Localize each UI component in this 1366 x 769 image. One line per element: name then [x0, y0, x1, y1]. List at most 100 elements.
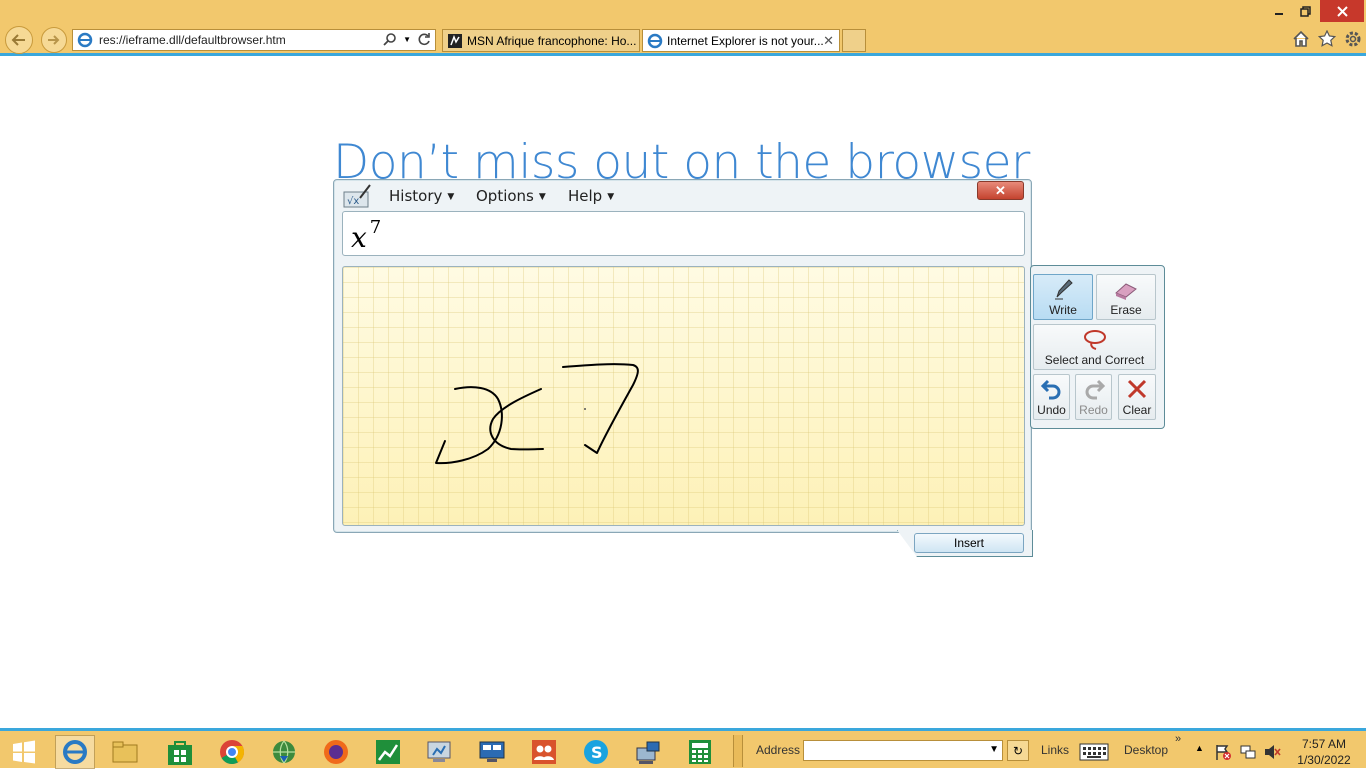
- gear-icon[interactable]: [1344, 30, 1362, 48]
- caret-down-icon: ▼: [447, 192, 455, 202]
- network-icon[interactable]: [1239, 743, 1257, 761]
- taskbar-file-explorer[interactable]: [105, 735, 145, 769]
- menu-label: History: [389, 187, 443, 205]
- menu-options[interactable]: Options ▼: [476, 187, 546, 205]
- pen-icon: [1055, 279, 1073, 300]
- taskbar: S Address ▼ ↻ Links Desktop » ▲ 7:57 AM …: [0, 728, 1366, 769]
- panel-close-button[interactable]: ✕: [977, 181, 1024, 200]
- taskbar-people[interactable]: [524, 735, 564, 769]
- select-and-correct-button[interactable]: Select and Correct: [1033, 324, 1156, 370]
- clock-date: 1/30/2022: [1297, 753, 1351, 767]
- math-input-app-icon: √x: [343, 184, 371, 208]
- windows-logo-icon: [13, 740, 35, 764]
- home-icon[interactable]: [1292, 30, 1310, 48]
- minimize-button[interactable]: [1266, 0, 1292, 22]
- people-icon: [532, 740, 556, 764]
- menu-history[interactable]: History ▼: [389, 187, 454, 205]
- redo-button[interactable]: Redo: [1075, 374, 1112, 420]
- back-button[interactable]: [5, 26, 33, 54]
- write-button[interactable]: Write: [1033, 274, 1093, 320]
- writing-pad[interactable]: [342, 266, 1025, 526]
- tab-label: Internet Explorer is not your...: [667, 33, 824, 48]
- forward-button[interactable]: [41, 27, 67, 53]
- tab-label: MSN Afrique francophone: Ho...: [467, 33, 637, 48]
- arrow-right-icon: [48, 35, 60, 45]
- clear-button[interactable]: Clear: [1118, 374, 1156, 420]
- address-go-button[interactable]: ↻: [1007, 740, 1029, 761]
- dropdown-icon[interactable]: ▼: [403, 35, 411, 46]
- tool-palette: Write Erase Select and Correct Undo Redo…: [1030, 265, 1165, 429]
- computer-icon: [479, 741, 505, 762]
- browser-chrome: res://ieframe.dll/defaultbrowser.htm ▼ M…: [0, 0, 1366, 56]
- close-window-button[interactable]: [1320, 0, 1364, 22]
- start-button[interactable]: [4, 735, 44, 769]
- new-tab-button[interactable]: [842, 29, 866, 52]
- action-center-flag-icon[interactable]: [1214, 743, 1232, 761]
- toolbar-overflow-icon[interactable]: »: [1175, 733, 1181, 745]
- address-toolbar-input[interactable]: ▼: [803, 740, 1003, 761]
- taskbar-internet-explorer[interactable]: [55, 735, 95, 769]
- volume-muted-icon[interactable]: [1263, 743, 1281, 761]
- minimize-icon: [1275, 13, 1283, 15]
- erase-button[interactable]: Erase: [1096, 274, 1156, 320]
- system-clock[interactable]: 7:57 AM 1/30/2022: [1290, 736, 1358, 768]
- caret-down-icon: ▼: [538, 192, 546, 202]
- preview-base: x: [351, 221, 367, 254]
- taskbar-skype[interactable]: S: [576, 735, 616, 769]
- taskbar-chrome[interactable]: [212, 735, 252, 769]
- ie-logo-icon: [63, 740, 87, 764]
- store-icon: [168, 741, 192, 765]
- taskbar-control-panel[interactable]: [420, 735, 460, 769]
- desktop-toolbar-label[interactable]: Desktop: [1124, 743, 1168, 757]
- preview-expression: x7: [351, 217, 381, 254]
- taskbar-network-app[interactable]: [628, 735, 668, 769]
- calculator-icon: [689, 740, 711, 764]
- chrome-icon: [220, 740, 245, 765]
- show-hidden-icons-icon[interactable]: ▲: [1195, 743, 1204, 753]
- clock-time: 7:57 AM: [1301, 737, 1347, 751]
- taskbar-touch-keyboard[interactable]: [1076, 735, 1112, 769]
- taskbar-finance-app[interactable]: [368, 735, 408, 769]
- close-icon: ✕: [995, 182, 1006, 198]
- caret-down-icon: ▼: [607, 192, 615, 202]
- refresh-icon[interactable]: [417, 32, 431, 46]
- handwriting-ink: [435, 363, 639, 465]
- arrow-left-icon: [11, 34, 25, 46]
- url-text[interactable]: res://ieframe.dll/defaultbrowser.htm: [99, 33, 286, 47]
- undo-icon: [1040, 379, 1060, 400]
- tool-label: Select and Correct: [1044, 353, 1145, 367]
- links-toolbar-label[interactable]: Links: [1041, 743, 1069, 757]
- restore-icon: [1299, 5, 1311, 17]
- svg-text:S: S: [591, 743, 603, 762]
- globe-download-icon: [273, 740, 295, 764]
- tool-label: Undo: [1037, 403, 1066, 417]
- search-icon[interactable]: [383, 32, 397, 46]
- control-panel-icon: [427, 741, 451, 762]
- firefox-icon: [324, 740, 348, 764]
- taskbar-download-manager[interactable]: [264, 735, 304, 769]
- tab-internet-explorer[interactable]: Internet Explorer is not your... ✕: [642, 29, 840, 52]
- insert-button[interactable]: Insert: [914, 533, 1024, 553]
- tool-label: Erase: [1110, 303, 1142, 317]
- math-input-panel: √x History ▼ Options ▼ Help ▼ ✕ x7: [333, 179, 1032, 533]
- dropdown-icon[interactable]: ▼: [989, 744, 999, 755]
- restore-button[interactable]: [1292, 0, 1318, 22]
- undo-button[interactable]: Undo: [1033, 374, 1070, 420]
- star-icon[interactable]: [1318, 30, 1336, 48]
- redo-icon: [1085, 379, 1105, 400]
- taskbar-remote-desktop[interactable]: [472, 735, 512, 769]
- address-bar[interactable]: res://ieframe.dll/defaultbrowser.htm ▼: [72, 29, 436, 51]
- tool-label: Write: [1049, 303, 1077, 317]
- network-computer-icon: [636, 741, 660, 764]
- math-preview[interactable]: x7: [342, 211, 1025, 256]
- eraser-icon: [1115, 283, 1137, 300]
- keyboard-icon: [1079, 743, 1109, 761]
- taskbar-store[interactable]: [160, 735, 200, 769]
- taskbar-firefox[interactable]: [316, 735, 356, 769]
- ie-logo-icon: [647, 33, 663, 48]
- tab-msn[interactable]: MSN Afrique francophone: Ho...: [442, 29, 640, 52]
- close-tab-icon[interactable]: ✕: [823, 33, 834, 49]
- menu-help[interactable]: Help ▼: [568, 187, 614, 205]
- taskbar-calculator[interactable]: [680, 735, 720, 769]
- toolbar-grip[interactable]: [733, 735, 743, 767]
